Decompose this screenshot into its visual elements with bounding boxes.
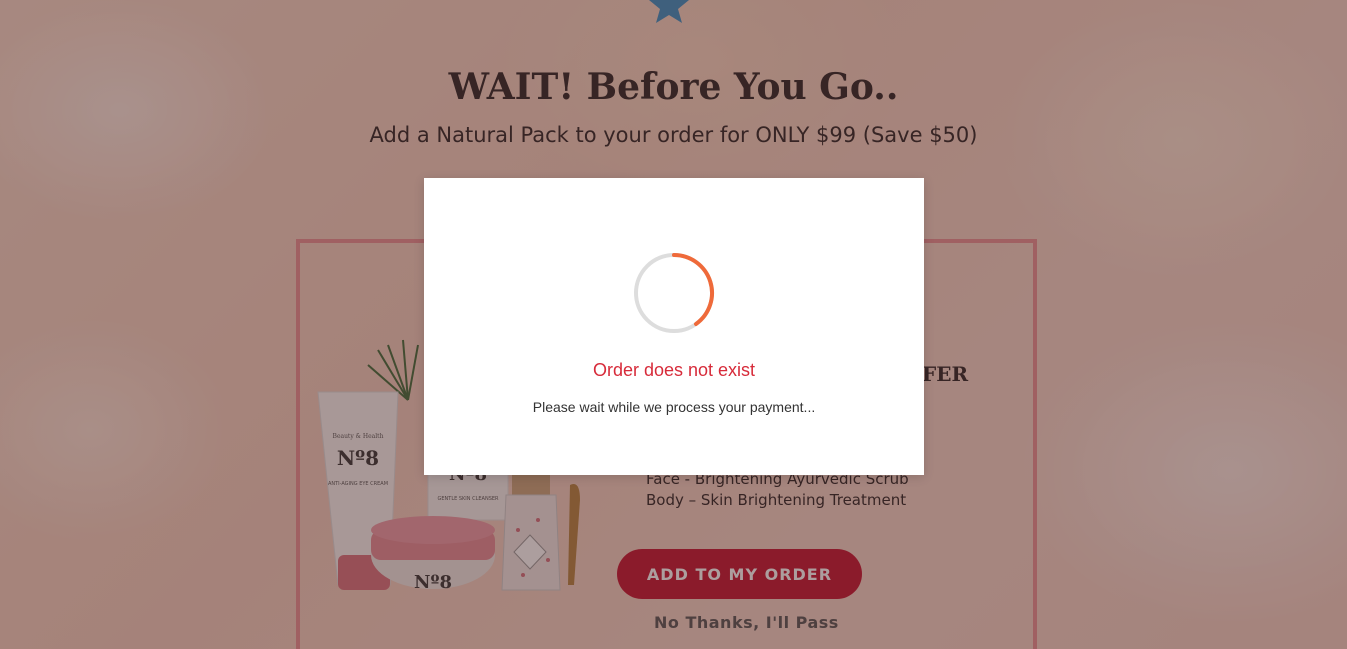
modal-error-text: Order does not exist	[592, 360, 756, 380]
payment-processing-modal: Order does not exist Please wait while w…	[424, 178, 924, 475]
modal-message: Please wait while we process your paymen…	[532, 399, 816, 415]
loading-spinner-icon	[634, 253, 715, 333]
